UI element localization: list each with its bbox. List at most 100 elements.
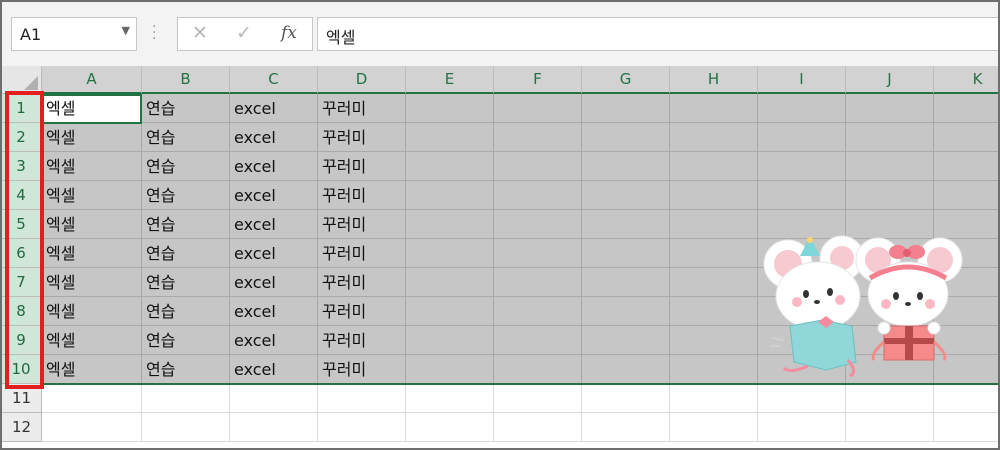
column-header-h[interactable]: H [670,66,758,94]
cell-f7[interactable] [494,268,582,297]
cell-e6[interactable] [406,239,494,268]
column-header-g[interactable]: G [582,66,670,94]
cell-e4[interactable] [406,181,494,210]
cell-f4[interactable] [494,181,582,210]
row-header-8[interactable]: 8 [2,297,42,326]
cell-a1[interactable]: 엑셀 [42,94,142,123]
cell-i12[interactable] [758,413,846,442]
cell-a9[interactable]: 엑셀 [42,326,142,355]
row-header-3[interactable]: 3 [2,152,42,181]
cell-a6[interactable]: 엑셀 [42,239,142,268]
cell-f8[interactable] [494,297,582,326]
cell-a4[interactable]: 엑셀 [42,181,142,210]
insert-function-icon[interactable]: fx [281,23,297,43]
cell-i2[interactable] [758,123,846,152]
select-all-button[interactable] [2,66,42,94]
cell-h2[interactable] [670,123,758,152]
row-header-5[interactable]: 5 [2,210,42,239]
cell-c8[interactable]: excel [230,297,318,326]
cell-g9[interactable] [582,326,670,355]
column-header-a[interactable]: A [42,66,142,94]
cell-e5[interactable] [406,210,494,239]
cell-g4[interactable] [582,181,670,210]
cell-i4[interactable] [758,181,846,210]
cell-k4[interactable] [934,181,998,210]
cell-d1[interactable]: 꾸러미 [318,94,406,123]
cell-h3[interactable] [670,152,758,181]
cell-c4[interactable]: excel [230,181,318,210]
cell-f11[interactable] [494,384,582,413]
cell-b5[interactable]: 연습 [142,210,230,239]
cell-e3[interactable] [406,152,494,181]
cell-a11[interactable] [42,384,142,413]
cell-c11[interactable] [230,384,318,413]
cell-e11[interactable] [406,384,494,413]
cell-b3[interactable]: 연습 [142,152,230,181]
cell-e1[interactable] [406,94,494,123]
cell-d9[interactable]: 꾸러미 [318,326,406,355]
cell-c3[interactable]: excel [230,152,318,181]
enter-icon[interactable]: ✓ [236,22,252,44]
cell-g5[interactable] [582,210,670,239]
name-box[interactable]: A1 ▼ [11,17,137,51]
cell-b10[interactable]: 연습 [142,355,230,384]
cell-g7[interactable] [582,268,670,297]
cell-g11[interactable] [582,384,670,413]
cell-j3[interactable] [846,152,934,181]
cell-f9[interactable] [494,326,582,355]
cell-e9[interactable] [406,326,494,355]
cell-d10[interactable]: 꾸러미 [318,355,406,384]
cell-c5[interactable]: excel [230,210,318,239]
cell-g8[interactable] [582,297,670,326]
cell-h5[interactable] [670,210,758,239]
row-header-12[interactable]: 12 [2,413,42,442]
column-header-d[interactable]: D [318,66,406,94]
row-header-1[interactable]: 1 [2,94,42,123]
row-header-7[interactable]: 7 [2,268,42,297]
cell-h7[interactable] [670,268,758,297]
cell-f6[interactable] [494,239,582,268]
cell-d11[interactable] [318,384,406,413]
cell-a2[interactable]: 엑셀 [42,123,142,152]
cell-f5[interactable] [494,210,582,239]
cell-d3[interactable]: 꾸러미 [318,152,406,181]
column-header-j[interactable]: J [846,66,934,94]
row-header-6[interactable]: 6 [2,239,42,268]
cell-e10[interactable] [406,355,494,384]
cell-a10[interactable]: 엑셀 [42,355,142,384]
column-header-e[interactable]: E [406,66,494,94]
cell-b2[interactable]: 연습 [142,123,230,152]
cell-h4[interactable] [670,181,758,210]
cell-d7[interactable]: 꾸러미 [318,268,406,297]
cell-h12[interactable] [670,413,758,442]
cell-j4[interactable] [846,181,934,210]
column-header-k[interactable]: K [934,66,998,94]
cell-g6[interactable] [582,239,670,268]
cell-k11[interactable] [934,384,998,413]
cell-c1[interactable]: excel [230,94,318,123]
cell-c2[interactable]: excel [230,123,318,152]
column-header-b[interactable]: B [142,66,230,94]
cell-c12[interactable] [230,413,318,442]
cell-c10[interactable]: excel [230,355,318,384]
cell-h6[interactable] [670,239,758,268]
cell-b7[interactable]: 연습 [142,268,230,297]
row-header-2[interactable]: 2 [2,123,42,152]
cancel-icon[interactable]: ✕ [192,22,208,44]
cell-d8[interactable]: 꾸러미 [318,297,406,326]
cell-d2[interactable]: 꾸러미 [318,123,406,152]
cell-d12[interactable] [318,413,406,442]
cell-b4[interactable]: 연습 [142,181,230,210]
cell-g1[interactable] [582,94,670,123]
cell-h8[interactable] [670,297,758,326]
column-header-f[interactable]: F [494,66,582,94]
row-header-10[interactable]: 10 [2,355,42,384]
cell-g12[interactable] [582,413,670,442]
cell-c9[interactable]: excel [230,326,318,355]
cell-i3[interactable] [758,152,846,181]
cell-e12[interactable] [406,413,494,442]
cell-i11[interactable] [758,384,846,413]
column-header-i[interactable]: I [758,66,846,94]
cell-c6[interactable]: excel [230,239,318,268]
cell-a7[interactable]: 엑셀 [42,268,142,297]
